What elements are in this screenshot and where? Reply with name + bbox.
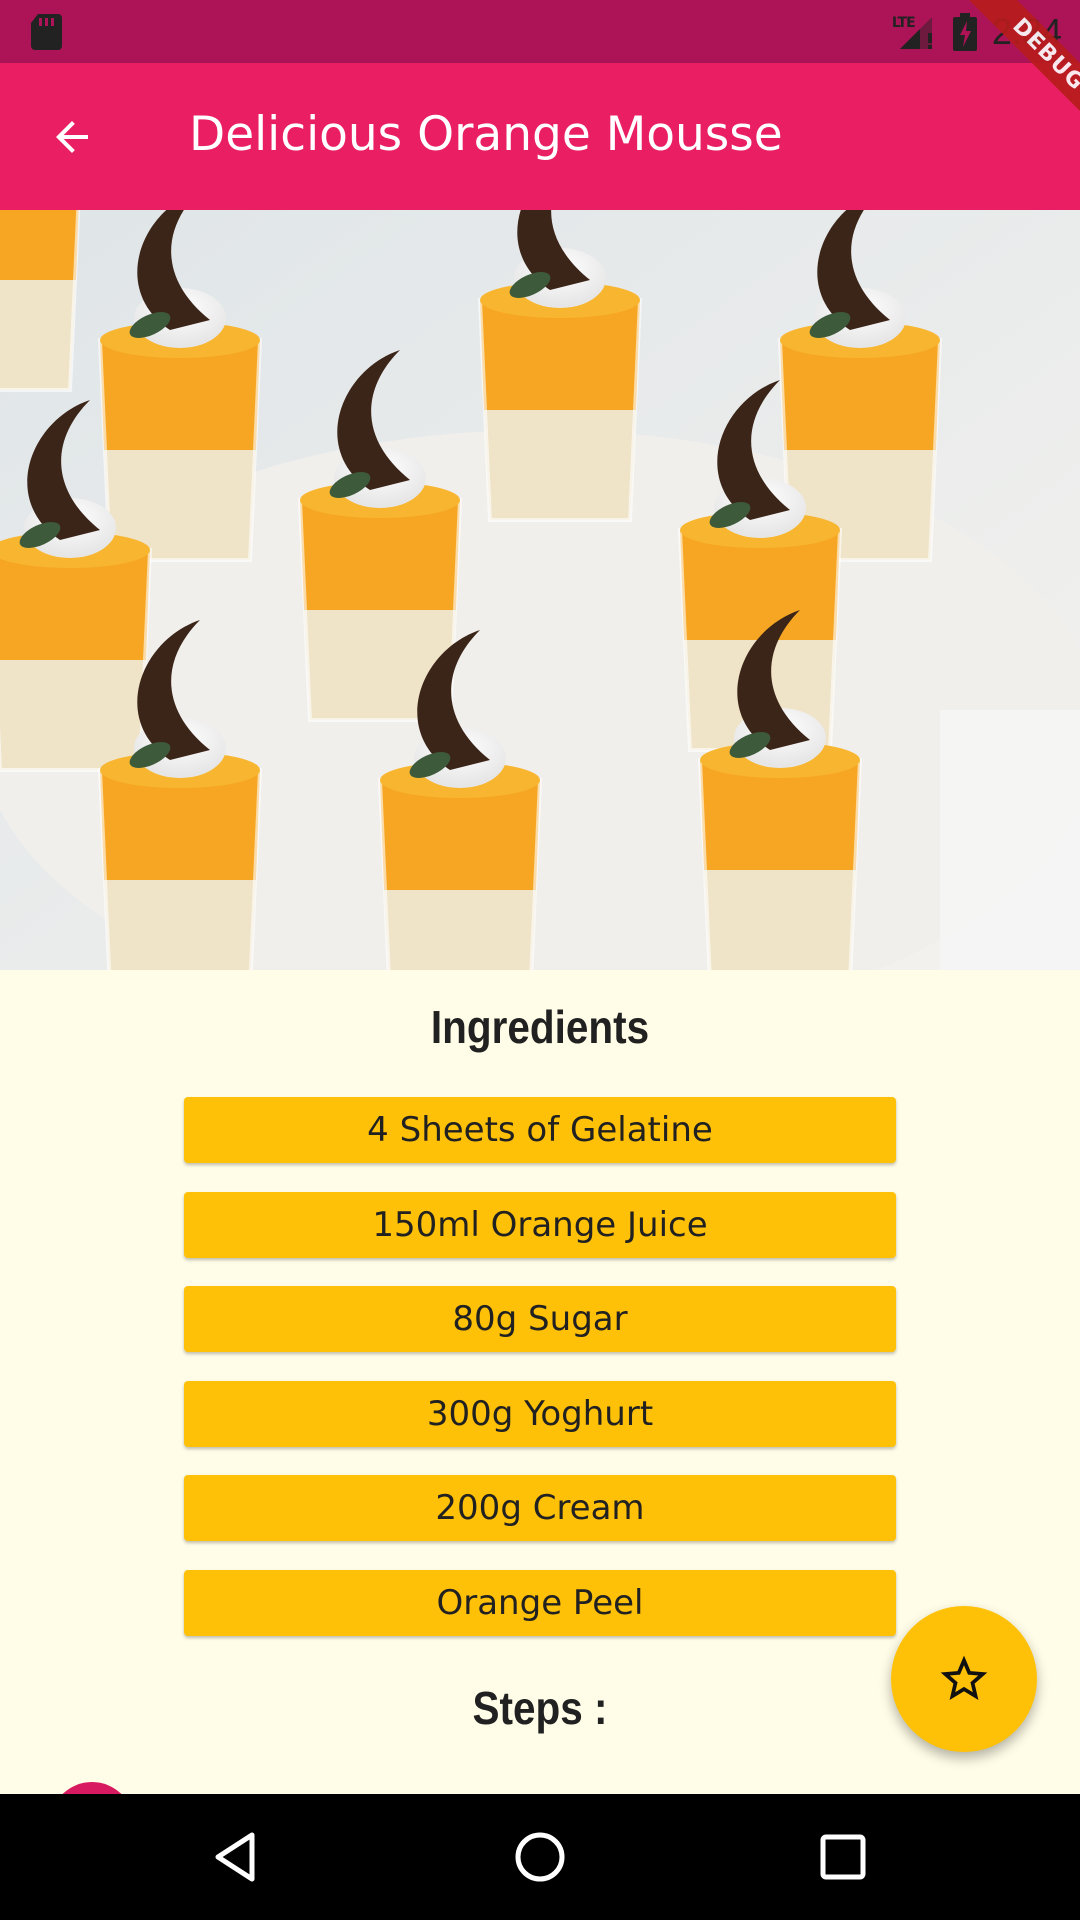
recents-square-icon [820, 1834, 866, 1880]
arrow-back-icon [56, 121, 88, 153]
ingredient-item: 300g Yoghurt [184, 1381, 896, 1447]
battery-charging-icon [952, 13, 977, 51]
star-outline-icon [940, 1655, 988, 1700]
steps-title: Steps : [472, 1682, 608, 1734]
status-bar: LTE 2:34 [0, 0, 1080, 63]
back-triangle-icon [215, 1832, 255, 1882]
navigation-bar [0, 1794, 1080, 1920]
ingredient-item: Orange Peel [184, 1570, 896, 1636]
nav-recents-button[interactable] [808, 1822, 878, 1892]
status-time: 2:34 [991, 11, 1062, 52]
nav-back-button[interactable] [201, 1822, 271, 1892]
ingredient-item: 4 Sheets of Gelatine [184, 1097, 896, 1163]
signal-icon: LTE [892, 13, 938, 51]
page-title: Delicious Orange Mousse [189, 107, 783, 162]
ingredient-item: 200g Cream [184, 1475, 896, 1541]
favorite-button[interactable] [891, 1606, 1037, 1752]
home-circle-icon [515, 1832, 565, 1882]
ingredient-item: 80g Sugar [184, 1286, 896, 1352]
mousse-cup [0, 210, 81, 392]
app-bar: Delicious Orange Mousse [0, 63, 1080, 210]
ingredient-item: 150ml Orange Juice [184, 1192, 896, 1258]
back-button[interactable] [40, 105, 104, 169]
nav-home-button[interactable] [505, 1822, 575, 1892]
status-icons: LTE 2:34 [892, 8, 1062, 56]
sd-card-icon [31, 14, 62, 50]
ingredients-title: Ingredients [430, 1001, 650, 1053]
dessert-photo [0, 210, 1080, 970]
